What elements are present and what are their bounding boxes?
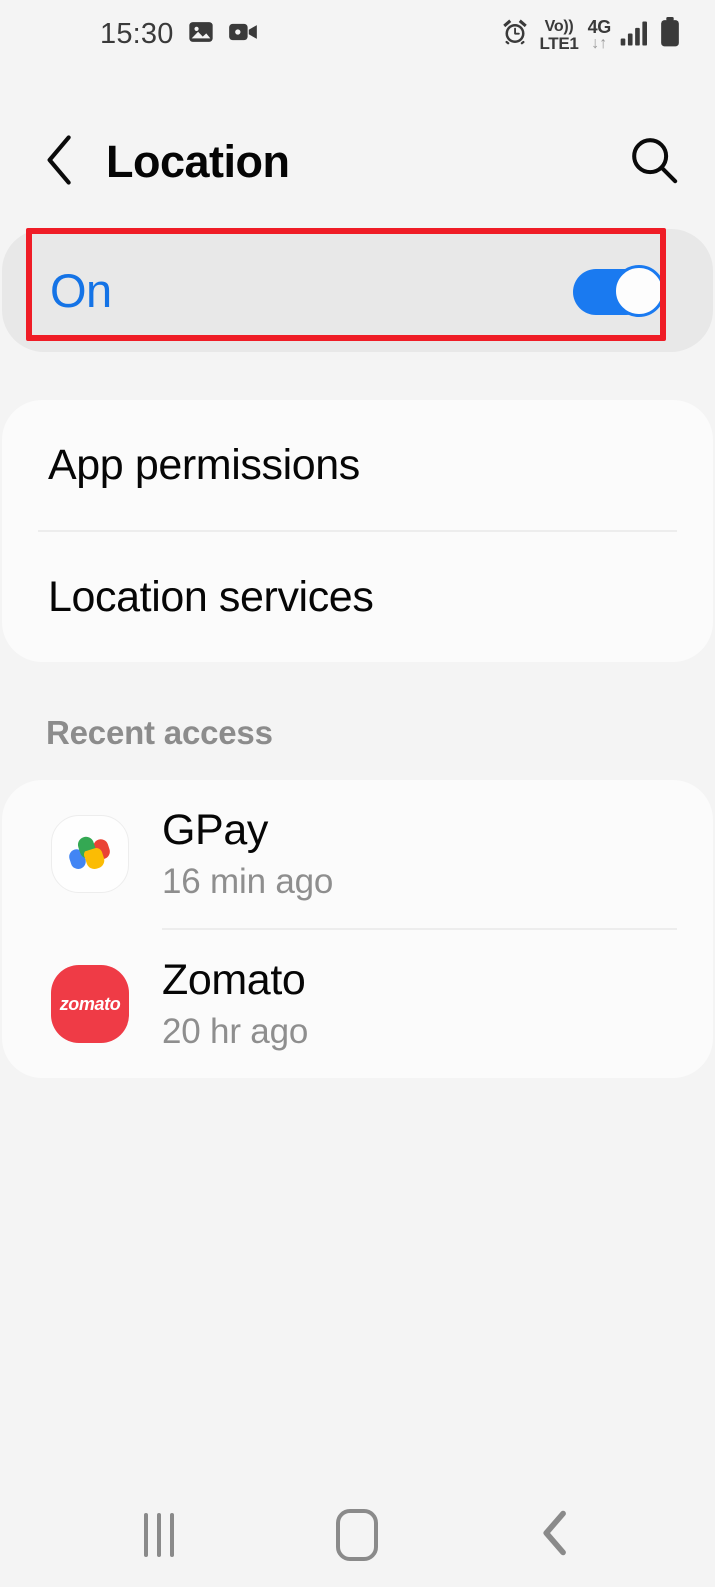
menu-item-label: App permissions xyxy=(48,440,360,489)
header-back-button[interactable] xyxy=(38,134,82,185)
recent-access-item-zomato[interactable]: zomato Zomato 20 hr ago xyxy=(2,930,713,1078)
menu-item-app-permissions[interactable]: App permissions xyxy=(2,400,713,530)
menu-item-location-services[interactable]: Location services xyxy=(2,532,713,662)
recent-access-card: GPay 16 min ago zomato Zomato 20 hr ago xyxy=(2,780,713,1079)
app-header: Location xyxy=(0,116,715,208)
location-options-card: App permissions Location services xyxy=(2,400,713,662)
app-text-block: GPay 16 min ago xyxy=(162,806,333,902)
status-bar-clock: 15:30 xyxy=(100,17,174,50)
status-bar-right: Vo)) LTE1 4G ↓↑ xyxy=(500,16,681,53)
status-bar-left: 15:30 xyxy=(100,18,258,51)
zomato-wordmark: zomato xyxy=(59,993,121,1014)
app-icon-slot xyxy=(48,812,132,896)
app-name: GPay xyxy=(162,806,268,854)
nav-home-button[interactable] xyxy=(302,1483,412,1587)
location-toggle-switch[interactable] xyxy=(573,264,665,317)
location-master-toggle-row[interactable]: On xyxy=(2,229,713,352)
video-camera-icon xyxy=(228,18,258,51)
alarm-icon xyxy=(500,17,530,52)
nav-back-button[interactable] xyxy=(501,1483,611,1587)
volte-icon: Vo)) LTE1 xyxy=(539,17,579,53)
battery-icon xyxy=(659,16,681,52)
system-navigation-bar xyxy=(0,1483,715,1587)
settings-content: On App permissions Location services Rec… xyxy=(0,208,715,1483)
image-icon xyxy=(187,18,215,51)
app-access-time: 20 hr ago xyxy=(162,1012,309,1052)
search-icon xyxy=(629,135,679,190)
signal-bars-icon xyxy=(620,19,650,52)
network-4g-icon: 4G ↓↑ xyxy=(587,16,612,52)
search-button[interactable] xyxy=(627,135,681,189)
home-icon xyxy=(336,1509,379,1561)
menu-item-label: Location services xyxy=(48,572,374,621)
app-name: Zomato xyxy=(162,956,306,1005)
app-text-block: Zomato 20 hr ago xyxy=(162,956,308,1052)
app-access-time: 16 min ago xyxy=(162,862,334,902)
app-icon-slot: zomato xyxy=(48,962,132,1046)
back-icon xyxy=(539,1510,573,1561)
recent-access-item-gpay[interactable]: GPay 16 min ago xyxy=(2,780,713,928)
chevron-left-icon xyxy=(40,134,80,191)
recents-icon xyxy=(144,1513,175,1557)
location-toggle-label: On xyxy=(50,264,112,317)
zomato-icon: zomato xyxy=(51,965,129,1044)
location-master-toggle-wrap: On xyxy=(2,216,713,356)
gpay-icon xyxy=(51,815,129,894)
nav-recents-button[interactable] xyxy=(104,1483,214,1587)
switch-thumb xyxy=(613,264,665,317)
phone-screen: 15:30 Vo)) LTE1 4G ↓↑ Location On App pe… xyxy=(0,0,715,1587)
recent-access-section-title: Recent access xyxy=(46,714,273,751)
status-bar: 15:30 Vo)) LTE1 4G ↓↑ xyxy=(0,0,715,68)
page-title: Location xyxy=(106,136,290,187)
